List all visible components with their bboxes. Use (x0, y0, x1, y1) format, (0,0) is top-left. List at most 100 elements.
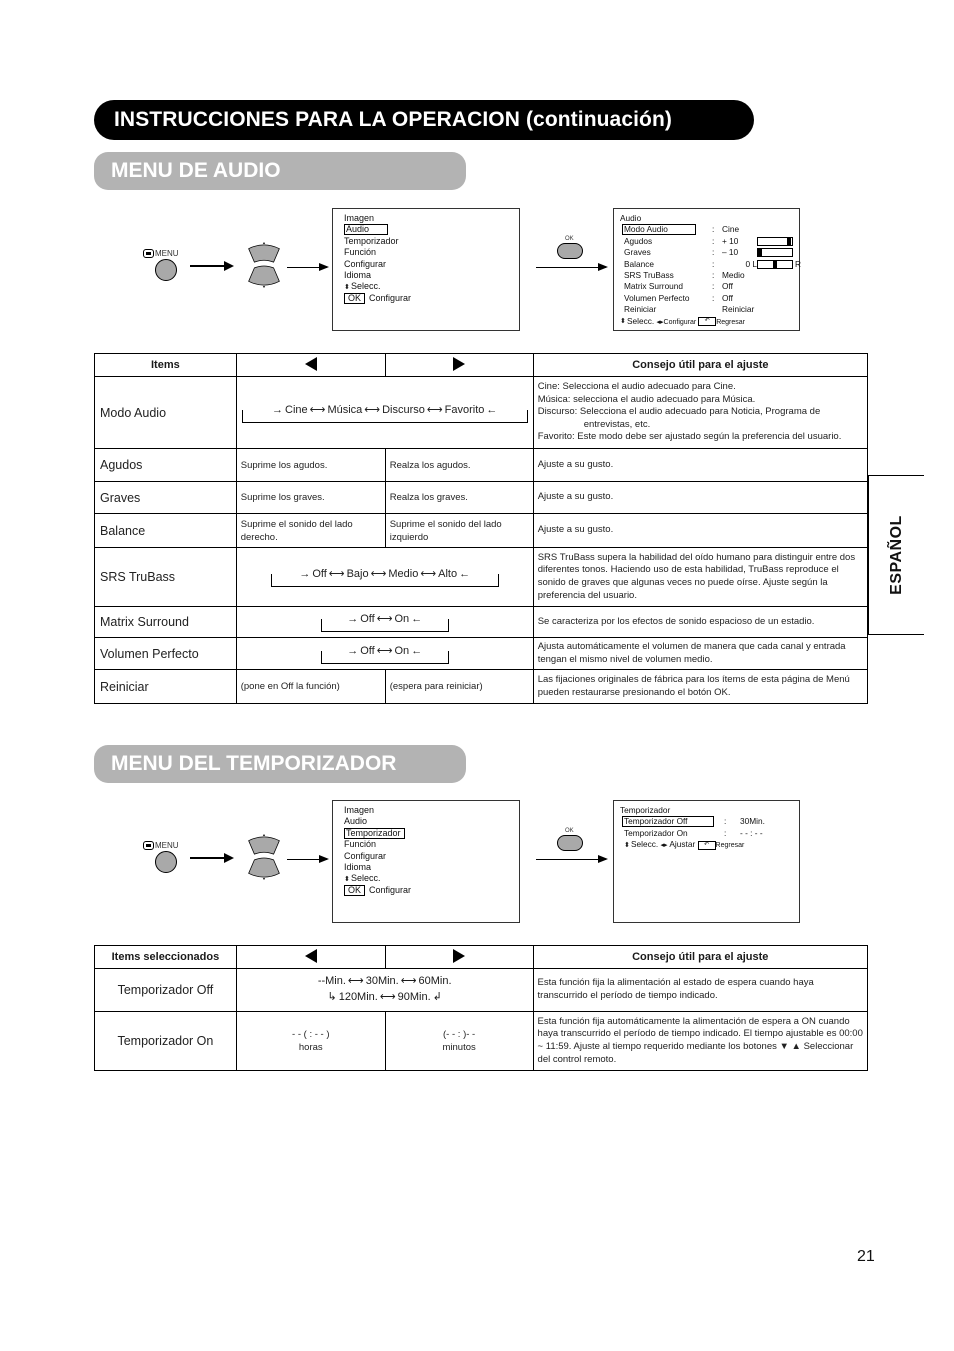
osd-menu-item[interactable]: Idioma (344, 270, 519, 281)
osd-menu-item[interactable]: Imagen (344, 213, 519, 224)
hours-label: horas (298, 1042, 323, 1053)
footer-select: Selecc. (627, 315, 657, 326)
osd-menu-item[interactable]: Temporizador (344, 827, 519, 839)
left-action: Suprime el sonido del lado derecho. (235, 513, 386, 548)
double-arrow-icon: ⟷ (379, 991, 396, 1003)
cycle-option[interactable]: 90Min. (398, 991, 431, 1003)
osd-menu-item[interactable]: Configurar (344, 851, 519, 862)
left-action: - - ( : - - ) horas (235, 1011, 386, 1071)
osd-menu-item[interactable]: Temporizador (344, 236, 519, 247)
arrow-right-icon (190, 261, 234, 271)
cycle-option[interactable]: 60Min. (419, 975, 452, 987)
cycle-option[interactable]: 30Min. (366, 975, 399, 987)
osd-menu-item[interactable]: Función (344, 839, 519, 850)
osd-setting-row[interactable]: Agudos: + 10 (620, 236, 799, 247)
osd-setting-row[interactable]: Temporizador Off: 30Min. (620, 816, 799, 828)
item-label: Reiniciar (94, 669, 237, 704)
osd-title: Temporizador (620, 805, 671, 815)
arrow-right-icon (536, 263, 608, 271)
rocker-up[interactable] (248, 244, 280, 263)
menu-button[interactable] (155, 851, 177, 873)
osd-setting-value: Medio (722, 270, 745, 281)
osd-menu-item[interactable]: Función (344, 247, 519, 258)
osd-setting-label: Reiniciar (624, 304, 657, 315)
ok-button-label: OK (565, 236, 574, 242)
osd-ok-hint: OK Configurar (344, 884, 519, 896)
item-label: Temporizador Off (94, 968, 237, 1012)
balance-right-label: R (795, 258, 801, 269)
right-action: Suprime el sonido del lado izquierdo (384, 513, 534, 548)
osd-setting-value: – 10 (722, 247, 739, 258)
osd-setting-row[interactable]: Temporizador On: - - : - - (620, 828, 799, 839)
osd-nav-hint: ⬍Selecc. (344, 873, 519, 884)
up-down-rocker-button[interactable] (246, 833, 282, 881)
ok-button-label: OK (565, 828, 574, 834)
language-tab: ESPAÑOL (868, 475, 924, 635)
osd-menu-item[interactable]: Audio (344, 224, 519, 236)
osd-menu-item[interactable]: Configurar (344, 259, 519, 270)
osd-setting-label: Balance (624, 258, 654, 269)
col-header-items: Items seleccionados (94, 945, 237, 969)
rocker-up[interactable] (248, 836, 280, 855)
osd-setting-row[interactable]: Balance: 0 L R (620, 258, 801, 270)
cycle-loop-line (270, 574, 499, 587)
osd-main-menu-timer: Imagen Audio Temporizador Función Configurar… (332, 800, 520, 923)
col-header-left (235, 945, 386, 969)
tip-line: Favorito: Este modo debe ser ajustado se… (537, 431, 842, 443)
ok-button[interactable] (557, 835, 583, 851)
col-header-right (384, 353, 534, 377)
osd-menu-item[interactable]: Audio (344, 816, 519, 827)
table-row: Modo Audio → Cine ⟷ Música ⟷ Discurso ⟷ Favorit… (94, 376, 869, 449)
table-row: Balance Suprime el sonido del lado derec… (94, 513, 869, 548)
table-row: Temporizador Off --Min. ⟷ 30Min. ⟷ 60Min. ↳ 12… (94, 968, 869, 1012)
osd-audio-menu: Audio Modo Audio: Cine Agudos: + 10 Graves: – … (613, 208, 801, 331)
osd-setting-row[interactable]: Volumen Perfecto: Off (620, 293, 799, 304)
tip-cell: SRS TruBass supera la habilidad del oído… (532, 547, 869, 607)
arrow-right-icon (287, 263, 329, 271)
osd-setting-row[interactable]: Graves: – 10 (620, 247, 799, 258)
osd-menu-item[interactable]: Imagen (344, 805, 519, 816)
cycle-option[interactable]: --Min. (318, 975, 346, 987)
colon: : (712, 270, 715, 281)
level-bar (757, 236, 793, 246)
colon: : (712, 235, 715, 246)
osd-setting-label: Agudos (624, 235, 653, 246)
left-right-icon: ◂▸ (660, 842, 668, 850)
footer-adjust: Ajustar (667, 839, 698, 850)
arrow-up-icon: ↳ (327, 991, 337, 1003)
tip-cell: Esta función fija automáticamente la ali… (532, 1011, 869, 1071)
osd-setting-row[interactable]: Modo Audio: Cine (620, 224, 799, 236)
osd-setting-row[interactable]: Reiniciar Reiniciar (620, 304, 799, 315)
osd-setting-row[interactable]: SRS TruBass: Medio (620, 270, 799, 281)
tip-cell: Ajuste a su gusto. (532, 481, 869, 514)
osd-menu-item[interactable]: Idioma (344, 862, 519, 873)
footer-return: Regresar (716, 318, 745, 326)
cycle-option[interactable]: 120Min. (339, 991, 378, 1003)
left-triangle-icon (304, 948, 317, 963)
tip-line: Cine: Selecciona el audio adecuado para … (537, 381, 736, 393)
osd-selected-item: Temporizador (344, 827, 405, 839)
osd-setting-value: Reiniciar (722, 304, 755, 315)
up-down-icon: ⬍ (620, 317, 626, 325)
left-triangle-icon (304, 356, 317, 371)
menu-icon (143, 841, 154, 851)
osd-setting-row[interactable]: Matrix Surround: Off (620, 281, 799, 292)
level-bar-indicator (787, 237, 791, 245)
colon: : (724, 827, 727, 838)
osd-item-label: Imagen (344, 213, 375, 223)
tip-cell: Cine: Selecciona el audio adecuado para … (532, 376, 869, 449)
up-down-icon: ⬍ (344, 875, 350, 883)
table-row: Volumen Perfecto → Off ⟷ On ← Ajusta automát… (94, 637, 869, 670)
right-action: (- - : )- - minutos (384, 1011, 534, 1071)
ok-button[interactable] (557, 243, 583, 259)
osd-item-label: Configurar (344, 258, 387, 269)
osd-main-menu-audio: Imagen Audio Temporizador Función Configurar… (332, 208, 520, 331)
cycle-cell: → Off ⟷ On ← (235, 606, 534, 638)
up-down-rocker-button[interactable] (246, 241, 282, 289)
menu-button[interactable] (155, 259, 177, 281)
colon: : (712, 292, 715, 303)
rocker-down[interactable] (248, 857, 280, 878)
rocker-down[interactable] (248, 265, 280, 286)
tip-line: entrevistas, etc. (583, 418, 651, 430)
cycle-cell: --Min. ⟷ 30Min. ⟷ 60Min. ↳ 120Min. ⟷ 90Min. ↲ (235, 968, 534, 1012)
